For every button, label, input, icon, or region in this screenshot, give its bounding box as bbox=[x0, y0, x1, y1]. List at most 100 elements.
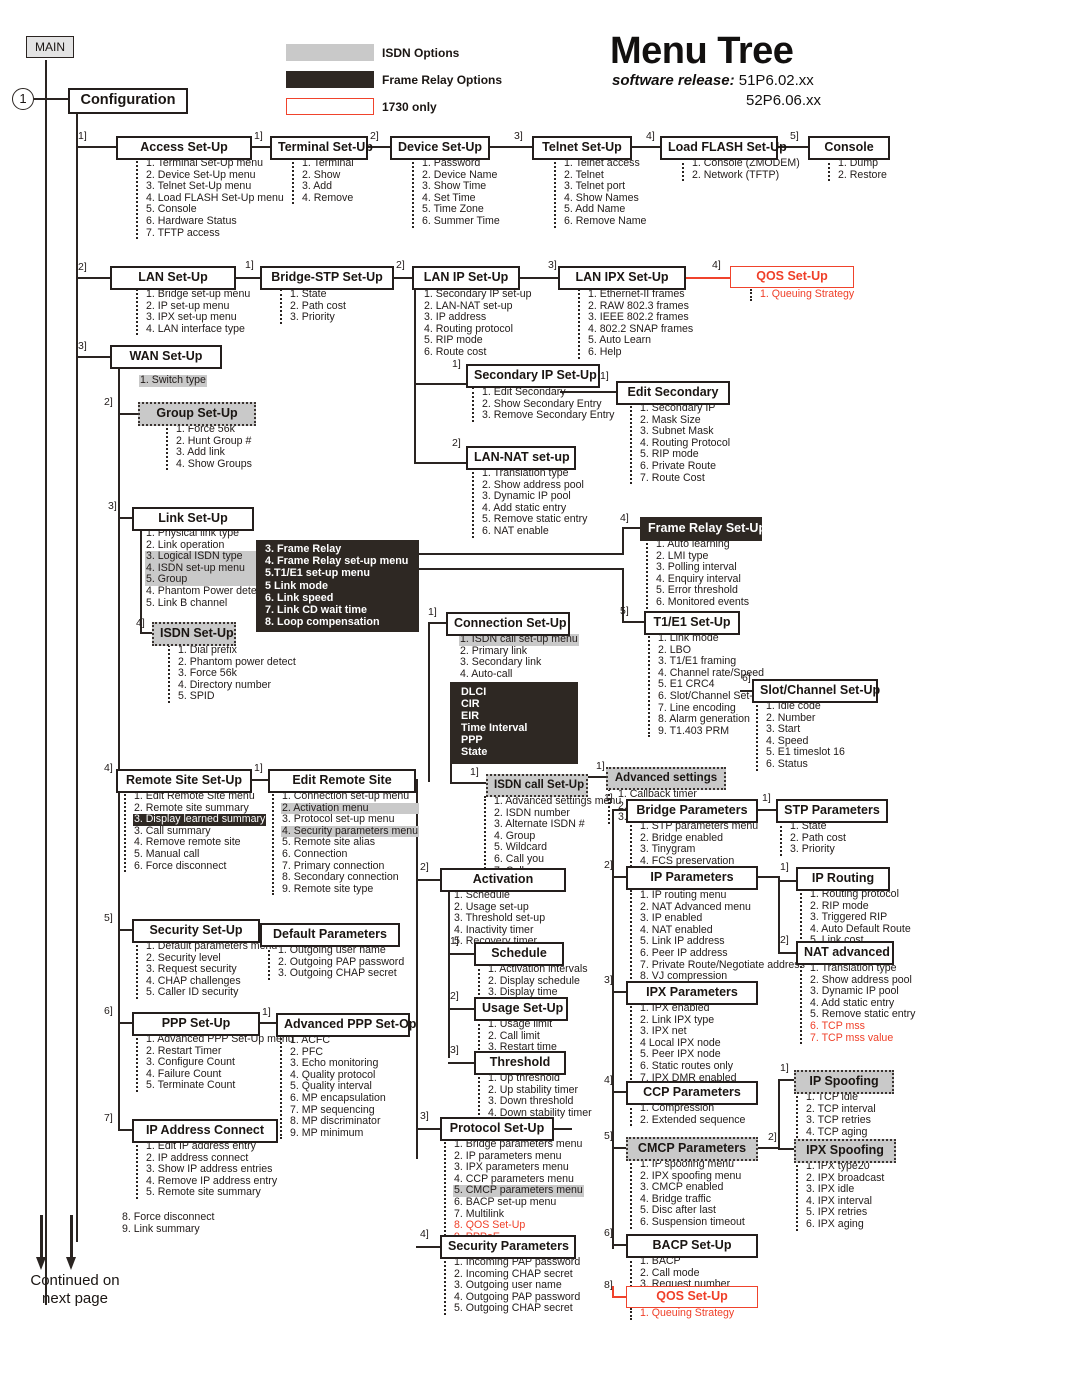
node-advanced-settings[interactable]: Advanced settings bbox=[606, 767, 726, 791]
line-wan-to-link bbox=[118, 517, 132, 519]
node-threshold[interactable]: Threshold bbox=[474, 1051, 566, 1076]
line-activation-to-schedule bbox=[448, 953, 474, 955]
node-bridge-stp-setup[interactable]: Bridge-STP Set-Up bbox=[260, 266, 394, 291]
node-ip-spoofing[interactable]: IP Spoofing bbox=[794, 1070, 894, 1095]
node-isdn-call-setup[interactable]: ISDN call Set-Up bbox=[486, 774, 588, 798]
tag-t1e1-setup: 5] bbox=[620, 605, 629, 617]
node-ppp-setup[interactable]: PPP Set-Up bbox=[132, 1012, 260, 1037]
node-nat-advanced[interactable]: NAT advanced bbox=[796, 941, 894, 966]
items-ip-address-connect: 1. Edit IP address entry 2. IP address c… bbox=[136, 1140, 278, 1199]
line-editremote-to-securityparams bbox=[416, 1246, 440, 1248]
tag-ip-routing: 1] bbox=[780, 861, 789, 873]
node-default-parameters[interactable]: Default Parameters bbox=[260, 923, 400, 948]
tag-load-flash-setup: 4] bbox=[646, 130, 655, 142]
tag-access-setup: 1] bbox=[78, 130, 87, 142]
items-cmcp-parameters: 1. IP spoofing menu 2. IPX spoofing menu… bbox=[630, 1158, 746, 1229]
node-configuration[interactable]: Configuration bbox=[68, 88, 188, 115]
items-lan-ip-setup: 1. Secondary IP set-up 2. LAN-NAT set-up… bbox=[424, 288, 532, 358]
node-ipx-spoofing[interactable]: IPX Spoofing bbox=[794, 1139, 896, 1164]
node-advanced-ppp-setup[interactable]: Advanced PPP Set-Op bbox=[276, 1013, 416, 1038]
items-schedule: 1. Activation intervals 2. Display sched… bbox=[478, 963, 589, 999]
node-qos-setup-top[interactable]: QOS Set-Up bbox=[730, 266, 854, 289]
items-qos-setup-top: 1. Queuing Strategy bbox=[750, 288, 855, 301]
items-link-setup-frame-relay: 3. Frame Relay 4. Frame Relay set-up men… bbox=[256, 540, 420, 633]
node-lan-ip-setup[interactable]: LAN IP Set-Up bbox=[412, 266, 520, 291]
node-link-setup[interactable]: Link Set-Up bbox=[132, 507, 254, 532]
node-lan-setup[interactable]: LAN Set-Up bbox=[110, 266, 236, 291]
node-security-parameters[interactable]: Security Parameters bbox=[440, 1235, 576, 1260]
items-wan-trailing: 8. Force disconnect 9. Link summary bbox=[122, 1211, 215, 1235]
line-connection-enter bbox=[428, 622, 446, 624]
line-wan-to-ppp bbox=[118, 1022, 132, 1024]
node-usage-setup[interactable]: Usage Set-Up bbox=[474, 997, 568, 1022]
items-telnet-setup: 1. Telnet access 2. Telnet 3. Telnet por… bbox=[554, 157, 647, 228]
items-isdn-setup: 1. Dial prefix 2. Phantom power detect 3… bbox=[168, 644, 297, 703]
node-bacp-setup[interactable]: BACP Set-Up bbox=[626, 1234, 758, 1259]
items-edit-remote-site: 1. Connection set-up menu 2. Activation … bbox=[272, 790, 420, 896]
tag-bridge-stp-setup: 1] bbox=[245, 259, 254, 271]
node-remote-site-setup[interactable]: Remote Site Set-Up bbox=[116, 769, 252, 794]
line-wan-to-security bbox=[118, 929, 132, 931]
items-ccp-parameters: 1. Compression 2. Extended sequence bbox=[630, 1102, 746, 1127]
tag-console: 5] bbox=[790, 130, 799, 142]
software-release-label: software release: bbox=[612, 72, 735, 89]
line-t1e1-enter bbox=[622, 621, 644, 623]
line-config-to-lan bbox=[76, 277, 112, 279]
node-t1e1-setup[interactable]: T1/E1 Set-Up bbox=[644, 611, 740, 636]
node-security-setup[interactable]: Security Set-Up bbox=[132, 919, 260, 944]
node-ccp-parameters[interactable]: CCP Parameters bbox=[626, 1081, 758, 1106]
line-bridgestp-to-lanip bbox=[394, 277, 412, 279]
node-ip-routing[interactable]: IP Routing bbox=[796, 867, 890, 892]
items-security-setup: 1. Default parameters menu 2. Security l… bbox=[136, 940, 278, 999]
node-load-flash-setup[interactable]: Load FLASH Set-Up bbox=[660, 136, 787, 161]
legend-swatch-frame-relay bbox=[286, 71, 374, 88]
node-lan-nat-setup[interactable]: LAN-NAT set-up bbox=[466, 446, 576, 471]
tag-security-setup: 5] bbox=[104, 912, 113, 924]
node-protocol-setup[interactable]: Protocol Set-Up bbox=[440, 1117, 554, 1142]
node-lan-ipx-setup[interactable]: LAN IPX Set-Up bbox=[558, 266, 686, 291]
node-device-setup[interactable]: Device Set-Up bbox=[390, 136, 490, 161]
node-schedule[interactable]: Schedule bbox=[474, 942, 564, 967]
main-node[interactable]: MAIN bbox=[26, 36, 74, 58]
items-link-setup: 1. Physical link type 2. Link operation … bbox=[145, 527, 266, 609]
node-edit-secondary[interactable]: Edit Secondary bbox=[616, 381, 730, 406]
tag-lan-ip-setup: 2] bbox=[396, 259, 405, 271]
node-cmcp-parameters[interactable]: CMCP Parameters bbox=[626, 1137, 758, 1162]
line-ip-to-right-column bbox=[758, 876, 778, 878]
node-console[interactable]: Console bbox=[808, 136, 890, 161]
node-ip-address-connect[interactable]: IP Address Connect bbox=[132, 1119, 278, 1144]
line-config-to-access bbox=[76, 146, 118, 148]
line-spoofing-to-ipspoofing bbox=[778, 1079, 794, 1081]
page-title: Menu Tree bbox=[610, 30, 794, 72]
node-activation[interactable]: Activation bbox=[440, 868, 566, 893]
line-wan-trunk bbox=[118, 369, 120, 1129]
node-connection-setup[interactable]: Connection Set-Up bbox=[446, 612, 570, 637]
node-terminal-setup[interactable]: Terminal Set-Up bbox=[270, 136, 373, 161]
tag-link-setup: 3] bbox=[108, 500, 117, 512]
tag-security-parameters: 4] bbox=[420, 1228, 429, 1240]
node-slot-channel-setup[interactable]: Slot/Channel Set-Up bbox=[752, 679, 880, 704]
tag-edit-secondary: 1] bbox=[600, 370, 609, 382]
node-access-setup[interactable]: Access Set-Up bbox=[116, 136, 252, 161]
items-protocol-setup: 1. Bridge parameters menu 2. IP paramete… bbox=[444, 1138, 584, 1244]
items-stp-parameters: 1. State 2. Path cost 3. Priority bbox=[780, 820, 847, 856]
node-ipx-parameters[interactable]: IPX Parameters bbox=[626, 981, 758, 1006]
tag-lan-nat-setup: 2] bbox=[452, 437, 461, 449]
items-terminal-setup: 1. Terminal 2. Show 3. Add 4. Remove bbox=[292, 157, 355, 205]
node-edit-remote-site[interactable]: Edit Remote Site bbox=[268, 769, 416, 794]
tag-ppp-setup: 6] bbox=[104, 1005, 113, 1017]
node-telnet-setup[interactable]: Telnet Set-Up bbox=[532, 136, 632, 161]
line-ip-to-iprouting bbox=[778, 880, 796, 882]
node-group-setup[interactable]: Group Set-Up bbox=[138, 402, 256, 427]
node-stp-parameters[interactable]: STP Parameters bbox=[776, 799, 888, 824]
node-bridge-parameters[interactable]: Bridge Parameters bbox=[626, 799, 758, 824]
node-frame-relay-setup[interactable]: Frame Relay Set-Up bbox=[640, 517, 766, 542]
node-wan-setup[interactable]: WAN Set-Up bbox=[110, 345, 222, 370]
node-ip-parameters[interactable]: IP Parameters bbox=[626, 866, 758, 891]
node-qos-setup-bottom[interactable]: QOS Set-Up bbox=[626, 1286, 758, 1309]
node-secondary-ip-setup[interactable]: Secondary IP Set-Up bbox=[466, 364, 600, 389]
line-params-to-cmcp bbox=[612, 1147, 626, 1149]
items-connection-setup-frame-relay: DLCI CIR EIR Time Interval PPP State bbox=[450, 682, 578, 764]
node-isdn-setup[interactable]: ISDN Set-Up bbox=[152, 622, 236, 647]
continued-on-next-page: Continued on next page bbox=[0, 1272, 150, 1308]
